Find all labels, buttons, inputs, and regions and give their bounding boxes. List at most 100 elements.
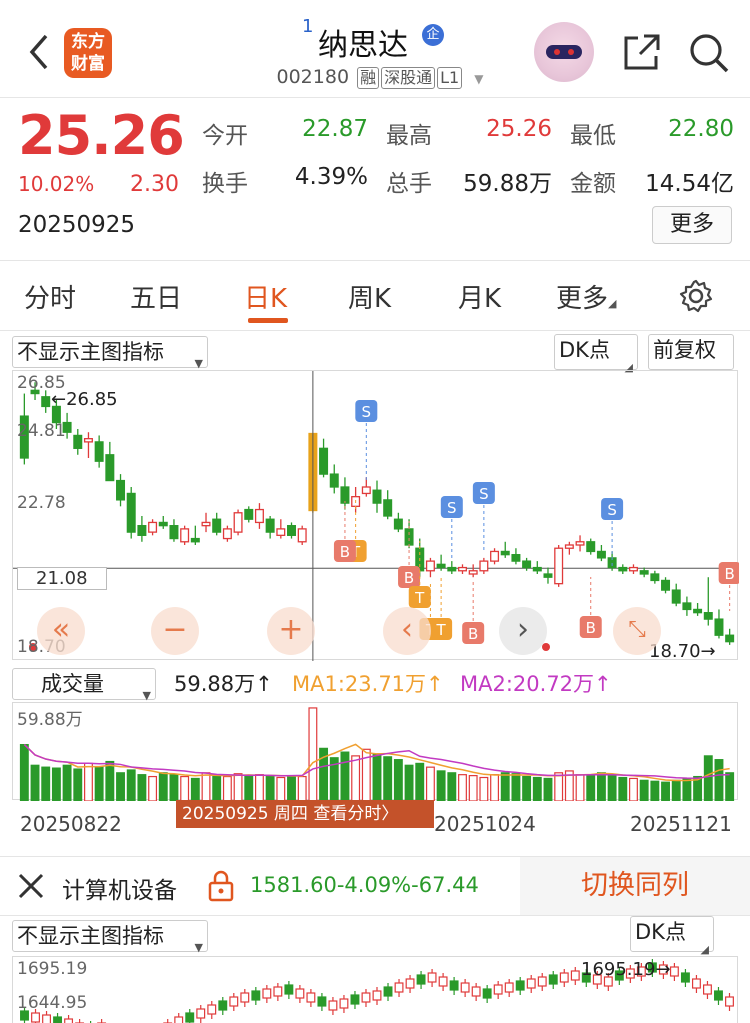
volume-bar	[73, 768, 83, 801]
volume-bar	[618, 776, 628, 801]
tab-daily-k[interactable]: 日K	[244, 278, 287, 315]
volume-bar	[148, 775, 158, 801]
main-indicator-dropdown[interactable]: 不显示主图指标 ▼	[12, 336, 208, 370]
scroll-right-icon[interactable]: ›	[499, 607, 547, 655]
candle-body	[490, 550, 500, 562]
candle-body	[479, 560, 489, 572]
high-marker: ←26.85	[51, 389, 118, 410]
sector-kline-chart[interactable]: 1695.19 1644.95 1695.19→	[12, 956, 738, 1023]
gear-icon[interactable]	[678, 278, 714, 314]
sector-candle-body	[339, 998, 349, 1009]
volume-bar	[586, 775, 596, 801]
search-icon[interactable]	[688, 32, 730, 74]
sector-candle-body	[460, 982, 470, 993]
candle-body	[212, 518, 222, 533]
candle-body	[618, 566, 628, 572]
sector-candle-body	[427, 972, 437, 983]
scroll-left-fast-icon[interactable]: «	[37, 607, 85, 655]
stock-title-block[interactable]: 1 纳思达 企 002180 融深股通 L1 ▼	[250, 14, 500, 94]
eastmoney-logo[interactable]: 东方 财富	[64, 28, 112, 78]
volume-y-label: 59.88万	[17, 710, 83, 730]
tab-monthly-k[interactable]: 月K	[458, 278, 501, 315]
sector-candle-body	[207, 1004, 217, 1015]
sector-dk-dropdown[interactable]: DK点 ◢	[630, 916, 714, 956]
sector-candle-body	[284, 984, 294, 995]
volume-bar	[458, 774, 467, 801]
candle-body	[126, 492, 136, 533]
signal-text: S	[607, 501, 617, 519]
candle-body	[447, 566, 457, 572]
sector-candle-body	[64, 1018, 74, 1023]
sector-candle-body	[372, 990, 382, 1001]
zoom-out-icon[interactable]: −	[151, 607, 199, 655]
switch-peer-button[interactable]: 切换同列	[520, 857, 750, 915]
candle-body	[233, 512, 243, 533]
signal-text: T	[414, 589, 425, 607]
volume-bar	[511, 773, 521, 801]
candle-body	[436, 563, 446, 569]
x-label: 20251024	[434, 812, 536, 836]
volume-bar	[393, 759, 403, 801]
sector-name[interactable]: 计算机设备	[62, 871, 177, 905]
volume-bar	[19, 743, 29, 801]
candle-body	[425, 560, 435, 572]
volume-indicator-dropdown[interactable]: 成交量 ▼	[12, 668, 156, 702]
scroll-left-icon[interactable]: ‹	[383, 607, 431, 655]
tab-intraday[interactable]: 分时	[24, 278, 76, 315]
back-arrow-icon[interactable]	[24, 30, 54, 74]
sector-high-marker: 1695.19→	[581, 959, 671, 980]
dk-point-dropdown[interactable]: DK点 ◢	[554, 334, 638, 374]
sector-candle-body	[174, 1016, 184, 1023]
candle-body	[500, 550, 510, 556]
volume-bar	[190, 777, 200, 801]
volume-bar	[255, 774, 264, 801]
close-icon[interactable]	[16, 871, 46, 901]
candle-body	[222, 528, 232, 540]
share-icon[interactable]	[622, 32, 662, 72]
low-value: 22.80	[668, 116, 734, 142]
lock-icon[interactable]	[206, 869, 236, 903]
amount-value: 14.54亿	[645, 171, 734, 197]
tab-weekly-k[interactable]: 周K	[348, 278, 391, 315]
sector-candle-body	[548, 974, 558, 985]
tab-five-day[interactable]: 五日	[130, 278, 182, 315]
volume-bar	[51, 767, 61, 801]
chevron-down-icon[interactable]: ▼	[474, 72, 483, 86]
signal-text: B	[404, 569, 414, 587]
ma1-value: MA1:23.71万↑	[292, 672, 444, 696]
signal-text: B	[725, 565, 735, 583]
candle-body	[511, 554, 521, 562]
volume-chart[interactable]: 59.88万	[12, 702, 738, 801]
volume-bar	[276, 776, 286, 801]
sector-candle-body	[691, 978, 701, 989]
sector-indicator-dropdown[interactable]: 不显示主图指标 ▼	[12, 920, 208, 954]
candle-body	[83, 438, 93, 443]
change-percent: 10.02%	[18, 172, 95, 196]
assistant-avatar[interactable]	[534, 22, 594, 82]
sector-candle-body	[229, 996, 239, 1007]
candle-body	[319, 447, 329, 475]
volume-bar	[532, 776, 542, 801]
adjust-price-button[interactable]: 前复权	[648, 334, 734, 370]
volume-bar	[629, 777, 638, 801]
sector-candle-body	[295, 988, 305, 999]
sector-candle-body	[725, 996, 734, 1007]
volume-bar	[447, 772, 457, 801]
margin-tag: 融	[357, 67, 380, 89]
candle-body	[41, 396, 51, 408]
volume-bar	[596, 772, 606, 801]
more-stats-button[interactable]: 更多	[652, 206, 732, 244]
fullscreen-icon[interactable]: ⤡	[613, 607, 661, 655]
candle-body	[522, 560, 532, 569]
sector-candle-body	[361, 992, 371, 1003]
sector-candle-body	[383, 986, 393, 997]
volume-bar	[575, 774, 585, 801]
divider	[0, 260, 750, 261]
date-tooltip[interactable]: 20250925 周四 查看分时〉	[176, 800, 434, 828]
volume-bar	[415, 762, 425, 801]
tab-more[interactable]: 更多◢	[556, 278, 616, 315]
kline-chart[interactable]: SSSSBBBBTTTTB 26.85 24.81 22.78 21.08 18…	[12, 370, 739, 662]
sector-candle-body	[449, 980, 459, 991]
candle-body	[297, 528, 307, 543]
zoom-in-icon[interactable]: +	[267, 607, 315, 655]
